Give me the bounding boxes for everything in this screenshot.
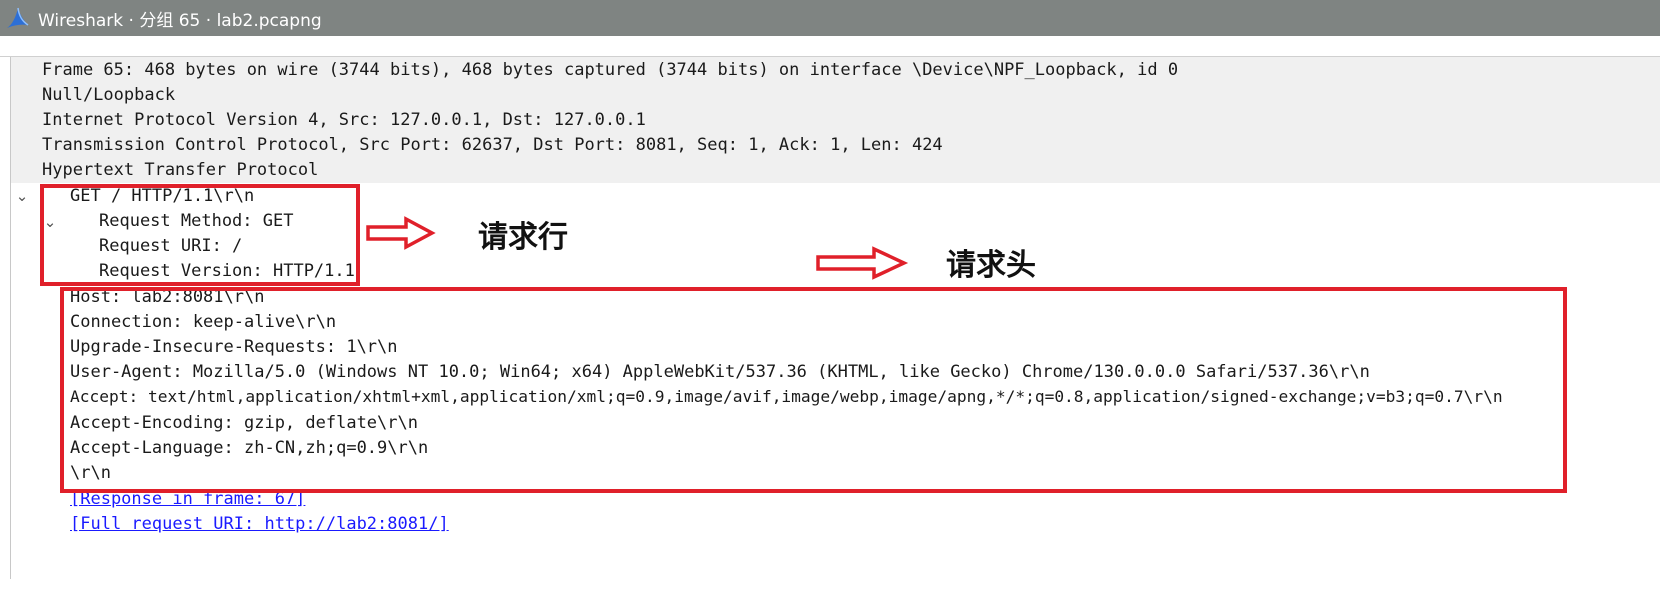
full-request-uri-link[interactable]: [Full request URI: http://lab2:8081/] [70,511,449,537]
window-title: Wireshark · 分组 65 · lab2.pcapng [38,10,322,31]
tree-row-null-loopback[interactable]: › Null/Loopback [11,82,1660,130]
tree-row-label: Transmission Control Protocol, Src Port:… [42,135,943,155]
wireshark-fin-icon [7,7,29,28]
tree-row-label: Frame 65: 468 bytes on wire (3744 bits),… [42,60,1179,80]
tree-row-http[interactable]: ⌄ Hypertext Transfer Protocol [11,157,1660,205]
right-arrow-icon [366,216,436,250]
tree-row-label: Internet Protocol Version 4, Src: 127.0.… [42,110,646,130]
window-title-bar: Wireshark · 分组 65 · lab2.pcapng [0,0,1660,36]
request-line-label: 请求行 [478,220,568,255]
request-line-highlight-box [40,184,360,286]
tree-row-label: Null/Loopback [42,85,176,105]
request-header-label: 请求头 [946,248,1036,283]
tree-row-ip[interactable]: › Internet Protocol Version 4, Src: 127.… [11,107,1660,155]
right-arrow-icon [816,246,909,280]
tree-row-label: Hypertext Transfer Protocol [42,160,319,180]
tree-row-tcp[interactable]: › Transmission Control Protocol, Src Por… [11,132,1660,180]
request-header-highlight-box [60,287,1567,493]
tree-row-frame[interactable]: › Frame 65: 468 bytes on wire (3744 bits… [11,57,1660,105]
tree-row-full-uri-link[interactable]: [Full request URI: http://lab2:8081/] [11,511,1660,537]
